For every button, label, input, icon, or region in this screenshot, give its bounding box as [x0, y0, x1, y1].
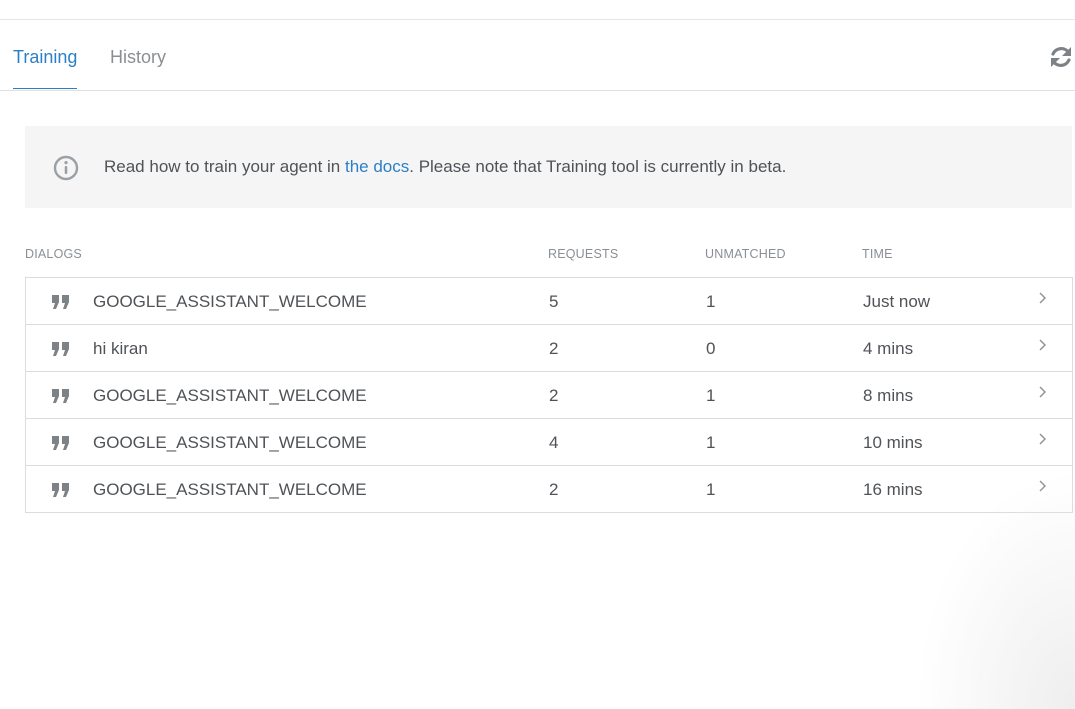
column-header-dialogs: DIALOGS [25, 247, 82, 261]
time-value: 4 mins [863, 339, 914, 358]
tab-bar: Training History [0, 20, 1075, 91]
column-header-unmatched: UNMATCHED [705, 247, 786, 261]
unmatched-count: 0 [706, 339, 716, 358]
tab-history[interactable]: History [110, 46, 166, 88]
unmatched-count: 1 [706, 292, 716, 311]
chevron-right-icon[interactable] [1038, 432, 1048, 446]
dialog-name: hi kiran [93, 339, 148, 358]
dialog-name: GOOGLE_ASSISTANT_WELCOME [93, 386, 367, 405]
time-value: Just now [863, 292, 931, 311]
quote-icon [52, 295, 70, 309]
refresh-icon[interactable] [1048, 44, 1074, 70]
quote-icon [52, 436, 70, 450]
info-banner: Read how to train your agent in the docs… [25, 126, 1072, 208]
quote-icon [52, 342, 70, 356]
table-row[interactable]: GOOGLE_ASSISTANT_WELCOME 2 1 16 mins [26, 466, 1072, 512]
dialog-name: GOOGLE_ASSISTANT_WELCOME [93, 480, 367, 499]
quote-icon [52, 483, 70, 497]
requests-count: 4 [549, 433, 559, 452]
docs-link[interactable]: the docs [345, 157, 409, 176]
unmatched-count: 1 [706, 386, 716, 405]
table-row[interactable]: hi kiran 2 0 4 mins [26, 325, 1072, 372]
info-suffix: . Please note that Training tool is curr… [409, 157, 787, 176]
tab-training[interactable]: Training [13, 46, 78, 89]
table-row[interactable]: GOOGLE_ASSISTANT_WELCOME 5 1 Just now [26, 278, 1072, 325]
info-icon [53, 155, 79, 181]
info-prefix: Read how to train your agent in [104, 157, 345, 176]
requests-count: 2 [549, 339, 559, 358]
column-header-time: TIME [862, 247, 893, 261]
unmatched-count: 1 [706, 433, 716, 452]
unmatched-count: 1 [706, 480, 716, 499]
dialog-name: GOOGLE_ASSISTANT_WELCOME [93, 292, 367, 311]
table-row[interactable]: GOOGLE_ASSISTANT_WELCOME 4 1 10 mins [26, 419, 1072, 466]
requests-count: 5 [549, 292, 559, 311]
requests-count: 2 [549, 386, 559, 405]
column-header-requests: REQUESTS [548, 247, 619, 261]
chevron-right-icon[interactable] [1038, 479, 1048, 493]
time-value: 16 mins [863, 480, 923, 499]
time-value: 8 mins [863, 386, 914, 405]
table-row[interactable]: GOOGLE_ASSISTANT_WELCOME 2 1 8 mins [26, 372, 1072, 419]
time-value: 10 mins [863, 433, 923, 452]
chevron-right-icon[interactable] [1038, 338, 1048, 352]
info-message: Read how to train your agent in the docs… [104, 156, 786, 178]
quote-icon [52, 389, 70, 403]
dialogs-table: GOOGLE_ASSISTANT_WELCOME 5 1 Just now hi… [25, 277, 1073, 513]
dialog-name: GOOGLE_ASSISTANT_WELCOME [93, 433, 367, 452]
chevron-right-icon[interactable] [1038, 291, 1048, 305]
requests-count: 2 [549, 480, 559, 499]
chevron-right-icon[interactable] [1038, 385, 1048, 399]
